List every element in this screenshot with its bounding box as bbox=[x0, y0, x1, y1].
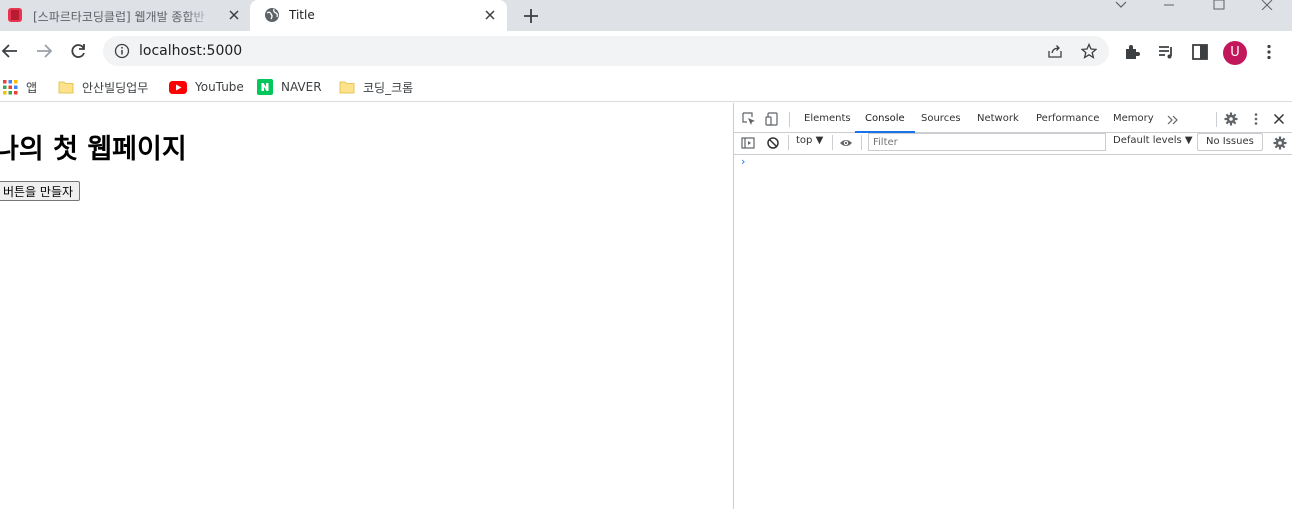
back-arrow-icon[interactable] bbox=[0, 41, 20, 61]
tab-memory[interactable]: Memory bbox=[1113, 106, 1154, 132]
tab-label: Title bbox=[289, 8, 315, 22]
issues-button[interactable]: No Issues bbox=[1197, 133, 1263, 151]
page-heading: 나의 첫 웹페이지 bbox=[0, 134, 187, 165]
console-toolbar: top ▼ Default levels ▼ No Issues bbox=[734, 131, 1292, 155]
devtools-tab-bar: Elements Console Sources Network Perform… bbox=[734, 106, 1292, 133]
make-button[interactable]: 버튼을 만들자 bbox=[0, 181, 81, 201]
tab-performance[interactable]: Performance bbox=[1036, 106, 1099, 132]
close-window-button[interactable] bbox=[1244, 0, 1290, 14]
extensions-puzzle-icon[interactable] bbox=[1123, 43, 1141, 61]
tab-sources[interactable]: Sources bbox=[921, 106, 961, 132]
context-selector[interactable]: top ▼ bbox=[796, 135, 823, 146]
bookmark-label: NAVER bbox=[281, 80, 322, 94]
close-tab-icon[interactable] bbox=[227, 8, 241, 22]
bookmark-folder-ansan[interactable]: 안산빌딩업무 bbox=[58, 77, 148, 97]
clear-console-icon[interactable] bbox=[766, 136, 780, 150]
tab-sparta[interactable]: [스파르타코딩클럽] 웹개발 종합반 bbox=[0, 0, 250, 31]
bookmark-label: 코딩_크롬 bbox=[363, 80, 414, 95]
bookmark-youtube[interactable]: YouTube bbox=[169, 77, 244, 97]
toolbar-divider bbox=[861, 135, 862, 150]
url-input[interactable] bbox=[139, 43, 939, 59]
new-tab-icon[interactable] bbox=[520, 5, 542, 27]
tab-strip: [스파르타코딩클럽] 웹개발 종합반 Title bbox=[0, 0, 1292, 31]
forward-arrow-icon[interactable] bbox=[34, 41, 54, 61]
youtube-icon bbox=[169, 80, 187, 94]
naver-icon bbox=[257, 79, 273, 95]
console-sidebar-icon[interactable] bbox=[741, 136, 755, 150]
devtools-panel: Elements Console Sources Network Perform… bbox=[733, 103, 1292, 509]
toolbar-divider bbox=[789, 112, 790, 127]
settings-gear-icon[interactable] bbox=[1224, 112, 1238, 126]
media-queue-icon[interactable] bbox=[1157, 43, 1175, 61]
device-toolbar-icon[interactable] bbox=[765, 112, 779, 126]
minimize-icon bbox=[1164, 4, 1174, 6]
folder-icon bbox=[339, 81, 355, 94]
minimize-button[interactable] bbox=[1146, 0, 1192, 14]
console-prompt[interactable]: › bbox=[741, 155, 745, 168]
tab-title[interactable]: Title bbox=[250, 0, 507, 31]
reload-icon[interactable] bbox=[68, 41, 88, 61]
apps-grid-icon bbox=[3, 79, 18, 94]
maximize-button[interactable] bbox=[1196, 0, 1242, 14]
maximize-icon bbox=[1213, 0, 1225, 10]
console-settings-gear-icon[interactable] bbox=[1273, 136, 1287, 150]
globe-icon bbox=[265, 8, 279, 22]
bookmark-folder-coding[interactable]: 코딩_크롬 bbox=[339, 77, 413, 97]
bookmark-label: YouTube bbox=[195, 80, 244, 94]
browser-toolbar: U bbox=[0, 31, 1292, 72]
bookmarks-bar: 앱 안산빌딩업무 YouTube NAVER 코딩_크롬 bbox=[0, 72, 1292, 102]
bookmark-label: 안산빌딩업무 bbox=[82, 80, 149, 95]
address-bar[interactable] bbox=[103, 36, 1109, 66]
toolbar-divider bbox=[832, 135, 833, 150]
side-panel-icon[interactable] bbox=[1191, 43, 1209, 61]
log-levels-dropdown[interactable]: Default levels ▼ bbox=[1113, 135, 1193, 146]
bookmark-apps[interactable]: 앱 bbox=[3, 77, 37, 97]
kebab-menu-icon[interactable] bbox=[1260, 43, 1278, 61]
site-info-icon[interactable] bbox=[114, 43, 130, 59]
web-page-viewport: 나의 첫 웹페이지 버튼을 만들자 bbox=[0, 103, 733, 509]
bookmark-star-icon[interactable] bbox=[1081, 43, 1097, 59]
close-devtools-icon[interactable] bbox=[1272, 112, 1286, 126]
tab-network[interactable]: Network bbox=[977, 106, 1019, 132]
inspect-element-icon[interactable] bbox=[742, 112, 756, 126]
folder-icon bbox=[58, 81, 74, 94]
toolbar-divider bbox=[788, 135, 789, 150]
close-tab-icon[interactable] bbox=[483, 8, 497, 22]
tab-console[interactable]: Console bbox=[855, 106, 915, 133]
toolbar-divider bbox=[1216, 112, 1217, 127]
live-expression-eye-icon[interactable] bbox=[839, 136, 853, 150]
share-icon[interactable] bbox=[1047, 43, 1063, 59]
console-filter-input[interactable] bbox=[868, 133, 1106, 151]
sparta-favicon-icon bbox=[8, 8, 22, 22]
close-icon bbox=[1261, 0, 1273, 10]
tab-elements[interactable]: Elements bbox=[804, 106, 851, 132]
more-tabs-chevron-icon[interactable] bbox=[1166, 113, 1180, 127]
profile-avatar[interactable]: U bbox=[1223, 41, 1247, 65]
customize-kebab-icon[interactable] bbox=[1249, 112, 1263, 126]
bookmark-label: 앱 bbox=[26, 80, 38, 95]
bookmark-naver[interactable]: NAVER bbox=[257, 77, 322, 97]
tab-label: [스파르타코딩클럽] 웹개발 종합반 bbox=[33, 10, 205, 24]
tab-search-button[interactable] bbox=[1098, 0, 1144, 14]
chevron-down-icon bbox=[1115, 1, 1127, 8]
